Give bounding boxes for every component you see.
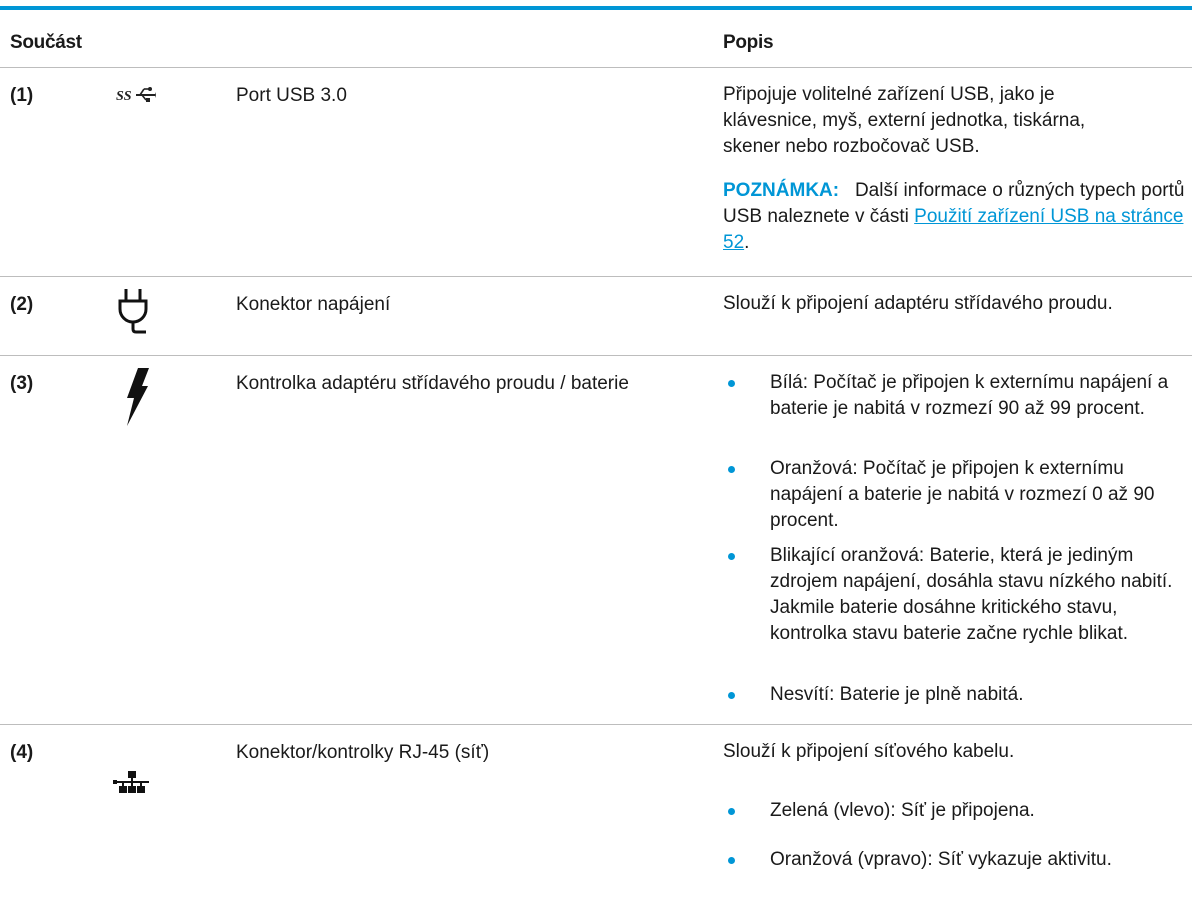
lightning-bolt-icon: [124, 368, 150, 434]
description-text: Slouží k připojení síťového kabelu.: [723, 741, 1015, 762]
row-number: (2): [10, 294, 34, 315]
bullet-dot: [726, 466, 738, 478]
component-description: Slouží k připojení adaptéru střídavého p…: [723, 291, 1192, 317]
column-header-description: Popis: [723, 32, 774, 53]
table-row: (2) Konektor napájení Slouží k připojení…: [0, 277, 1192, 356]
bullet-dot: [726, 692, 738, 704]
component-name: Konektor napájení: [236, 294, 391, 315]
row-number: (1): [10, 85, 34, 106]
component-name: Konektor/kontrolky RJ-45 (síť): [236, 742, 490, 763]
description-text: Slouží k připojení adaptéru střídavého p…: [723, 293, 1113, 314]
network-icon: [113, 771, 151, 801]
column-header-component: Součást: [10, 32, 82, 53]
table-row: (1) SS Port USB 3.0 Připojuje volitelné …: [0, 68, 1192, 277]
svg-text:SS: SS: [116, 89, 132, 104]
note-paragraph: POZNÁMKA: Další informace o různých type…: [723, 178, 1191, 256]
bullet-text: Oranžová: Počítač je připojen k externím…: [770, 458, 1155, 531]
description-text: Připojuje volitelné zařízení USB, jako j…: [723, 84, 1086, 157]
bullet-dot: [726, 857, 738, 869]
component-description: Slouží k připojení síťového kabelu.: [723, 739, 1192, 765]
bullet-dot: [726, 808, 738, 820]
bullet-dot: [726, 380, 738, 392]
component-description: Připojuje volitelné zařízení USB, jako j…: [723, 82, 1192, 256]
row-number: (3): [10, 373, 34, 394]
note-label: POZNÁMKA:: [723, 180, 840, 201]
bullet-text: Bílá: Počítač je připojen k externímu na…: [770, 372, 1169, 419]
component-name: Port USB 3.0: [236, 85, 347, 106]
component-name: Kontrolka adaptéru střídavého proudu / b…: [236, 373, 629, 394]
bullet-text: Oranžová (vpravo): Síť vykazuje aktivitu…: [770, 849, 1112, 870]
note-period: .: [744, 232, 750, 253]
bullet-text: Nesvítí: Baterie je plně nabitá.: [770, 684, 1024, 705]
row-number: (4): [10, 742, 34, 763]
bullet-text: Blikající oranžová: Baterie, která je je…: [770, 545, 1173, 644]
power-plug-icon: [118, 287, 148, 345]
superspeed-usb-icon: SS: [116, 84, 156, 114]
table-header-row: Součást Popis: [0, 10, 1192, 68]
bullet-dot: [726, 553, 738, 565]
bullet-text: Zelená (vlevo): Síť je připojena.: [770, 800, 1035, 821]
